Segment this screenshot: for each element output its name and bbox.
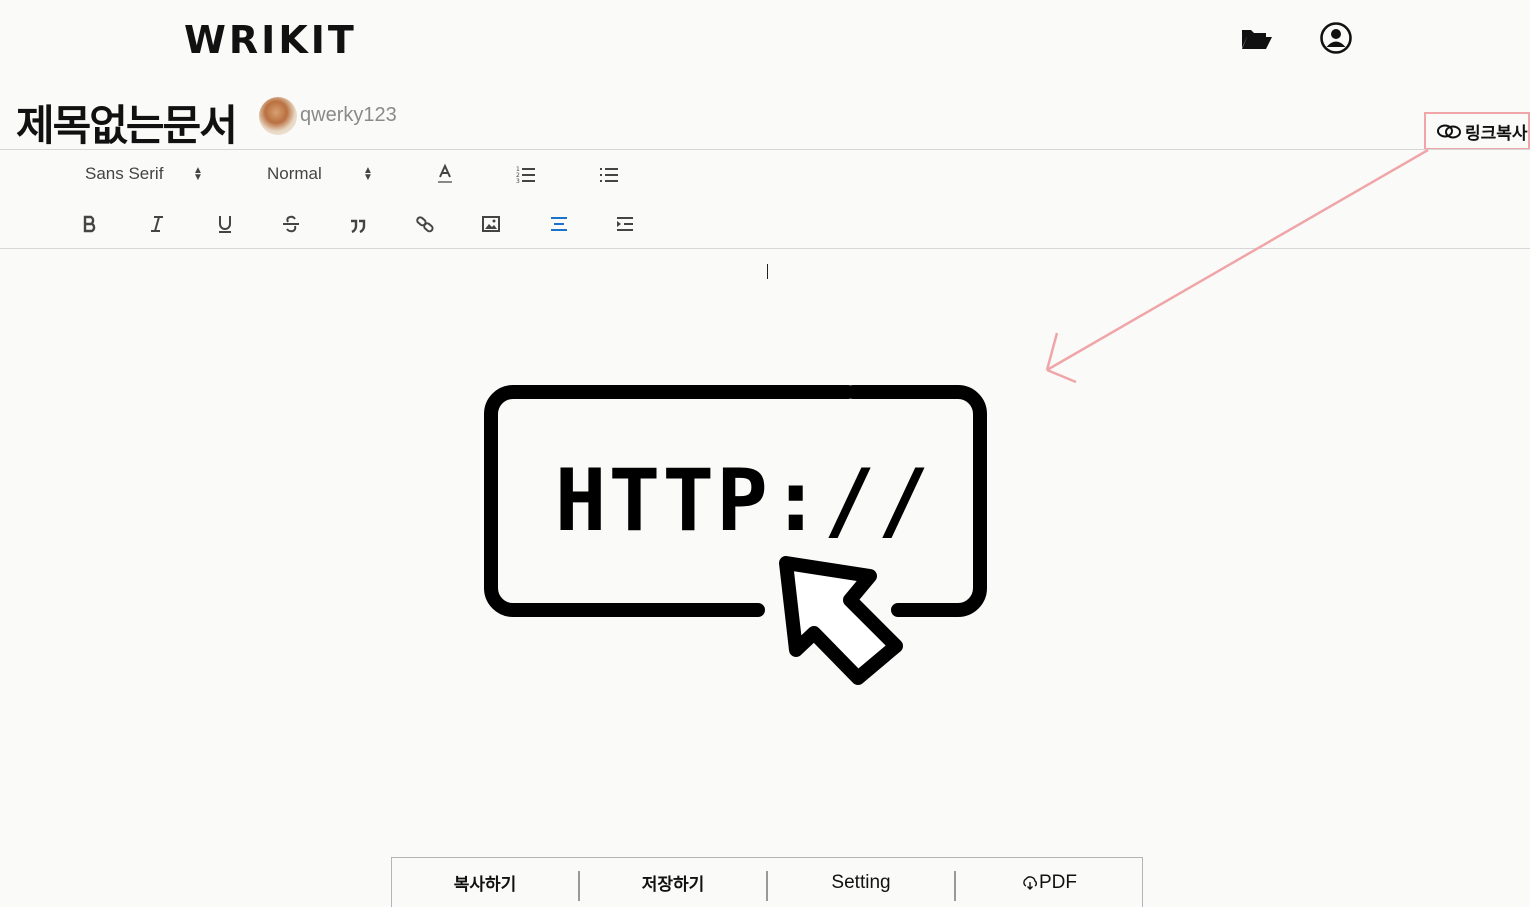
strikethrough-icon[interactable] xyxy=(277,210,305,238)
copy-link-label: 링크복사 xyxy=(1465,123,1528,143)
folder-open-icon[interactable] xyxy=(1238,20,1274,56)
http-link-image[interactable]: HTTP:// xyxy=(478,378,1008,688)
text-color-icon[interactable] xyxy=(431,160,459,188)
http-text: HTTP:// xyxy=(555,451,931,551)
italic-icon[interactable] xyxy=(143,210,171,238)
pdf-label: PDF xyxy=(1039,871,1077,893)
text-cursor xyxy=(767,264,768,279)
cloud-download-icon xyxy=(1023,875,1037,890)
select-caret-icon: ▲ ▼ xyxy=(193,165,203,183)
save-button[interactable]: 저장하기 xyxy=(580,858,766,907)
copy-button[interactable]: 복사하기 xyxy=(392,858,578,907)
copy-link-button[interactable]: 링크복사 xyxy=(1424,112,1530,150)
image-icon[interactable] xyxy=(477,210,505,238)
username: qwerky123 xyxy=(300,104,397,126)
divider xyxy=(0,149,1530,150)
align-center-icon[interactable] xyxy=(545,210,573,238)
underline-icon[interactable] xyxy=(211,210,239,238)
divider xyxy=(0,248,1530,249)
svg-text:3: 3 xyxy=(516,178,520,185)
pdf-button[interactable]: PDF xyxy=(956,858,1142,907)
bottom-action-bar: 복사하기 저장하기 Setting PDF xyxy=(391,857,1143,907)
link-icon[interactable] xyxy=(411,210,439,238)
user-circle-icon[interactable] xyxy=(1318,20,1354,56)
blockquote-icon[interactable] xyxy=(344,210,372,238)
app-logo[interactable]: WRIKIT xyxy=(184,18,357,62)
font-size-select[interactable]: Normal ▲ ▼ xyxy=(267,164,373,184)
font-family-select[interactable]: Sans Serif ▲ ▼ xyxy=(85,164,203,184)
ordered-list-icon[interactable]: 1 2 3 xyxy=(512,160,540,188)
document-title[interactable]: 제목없는문서 xyxy=(16,92,238,153)
font-size-value: Normal xyxy=(267,164,322,183)
bullet-list-icon[interactable] xyxy=(595,160,623,188)
font-family-value: Sans Serif xyxy=(85,164,164,183)
select-caret-icon: ▲ ▼ xyxy=(363,165,373,183)
link-chain-icon xyxy=(1437,124,1461,139)
avatar xyxy=(259,97,297,135)
indent-icon[interactable] xyxy=(611,210,639,238)
bold-icon[interactable] xyxy=(76,210,104,238)
setting-button[interactable]: Setting xyxy=(768,858,954,907)
